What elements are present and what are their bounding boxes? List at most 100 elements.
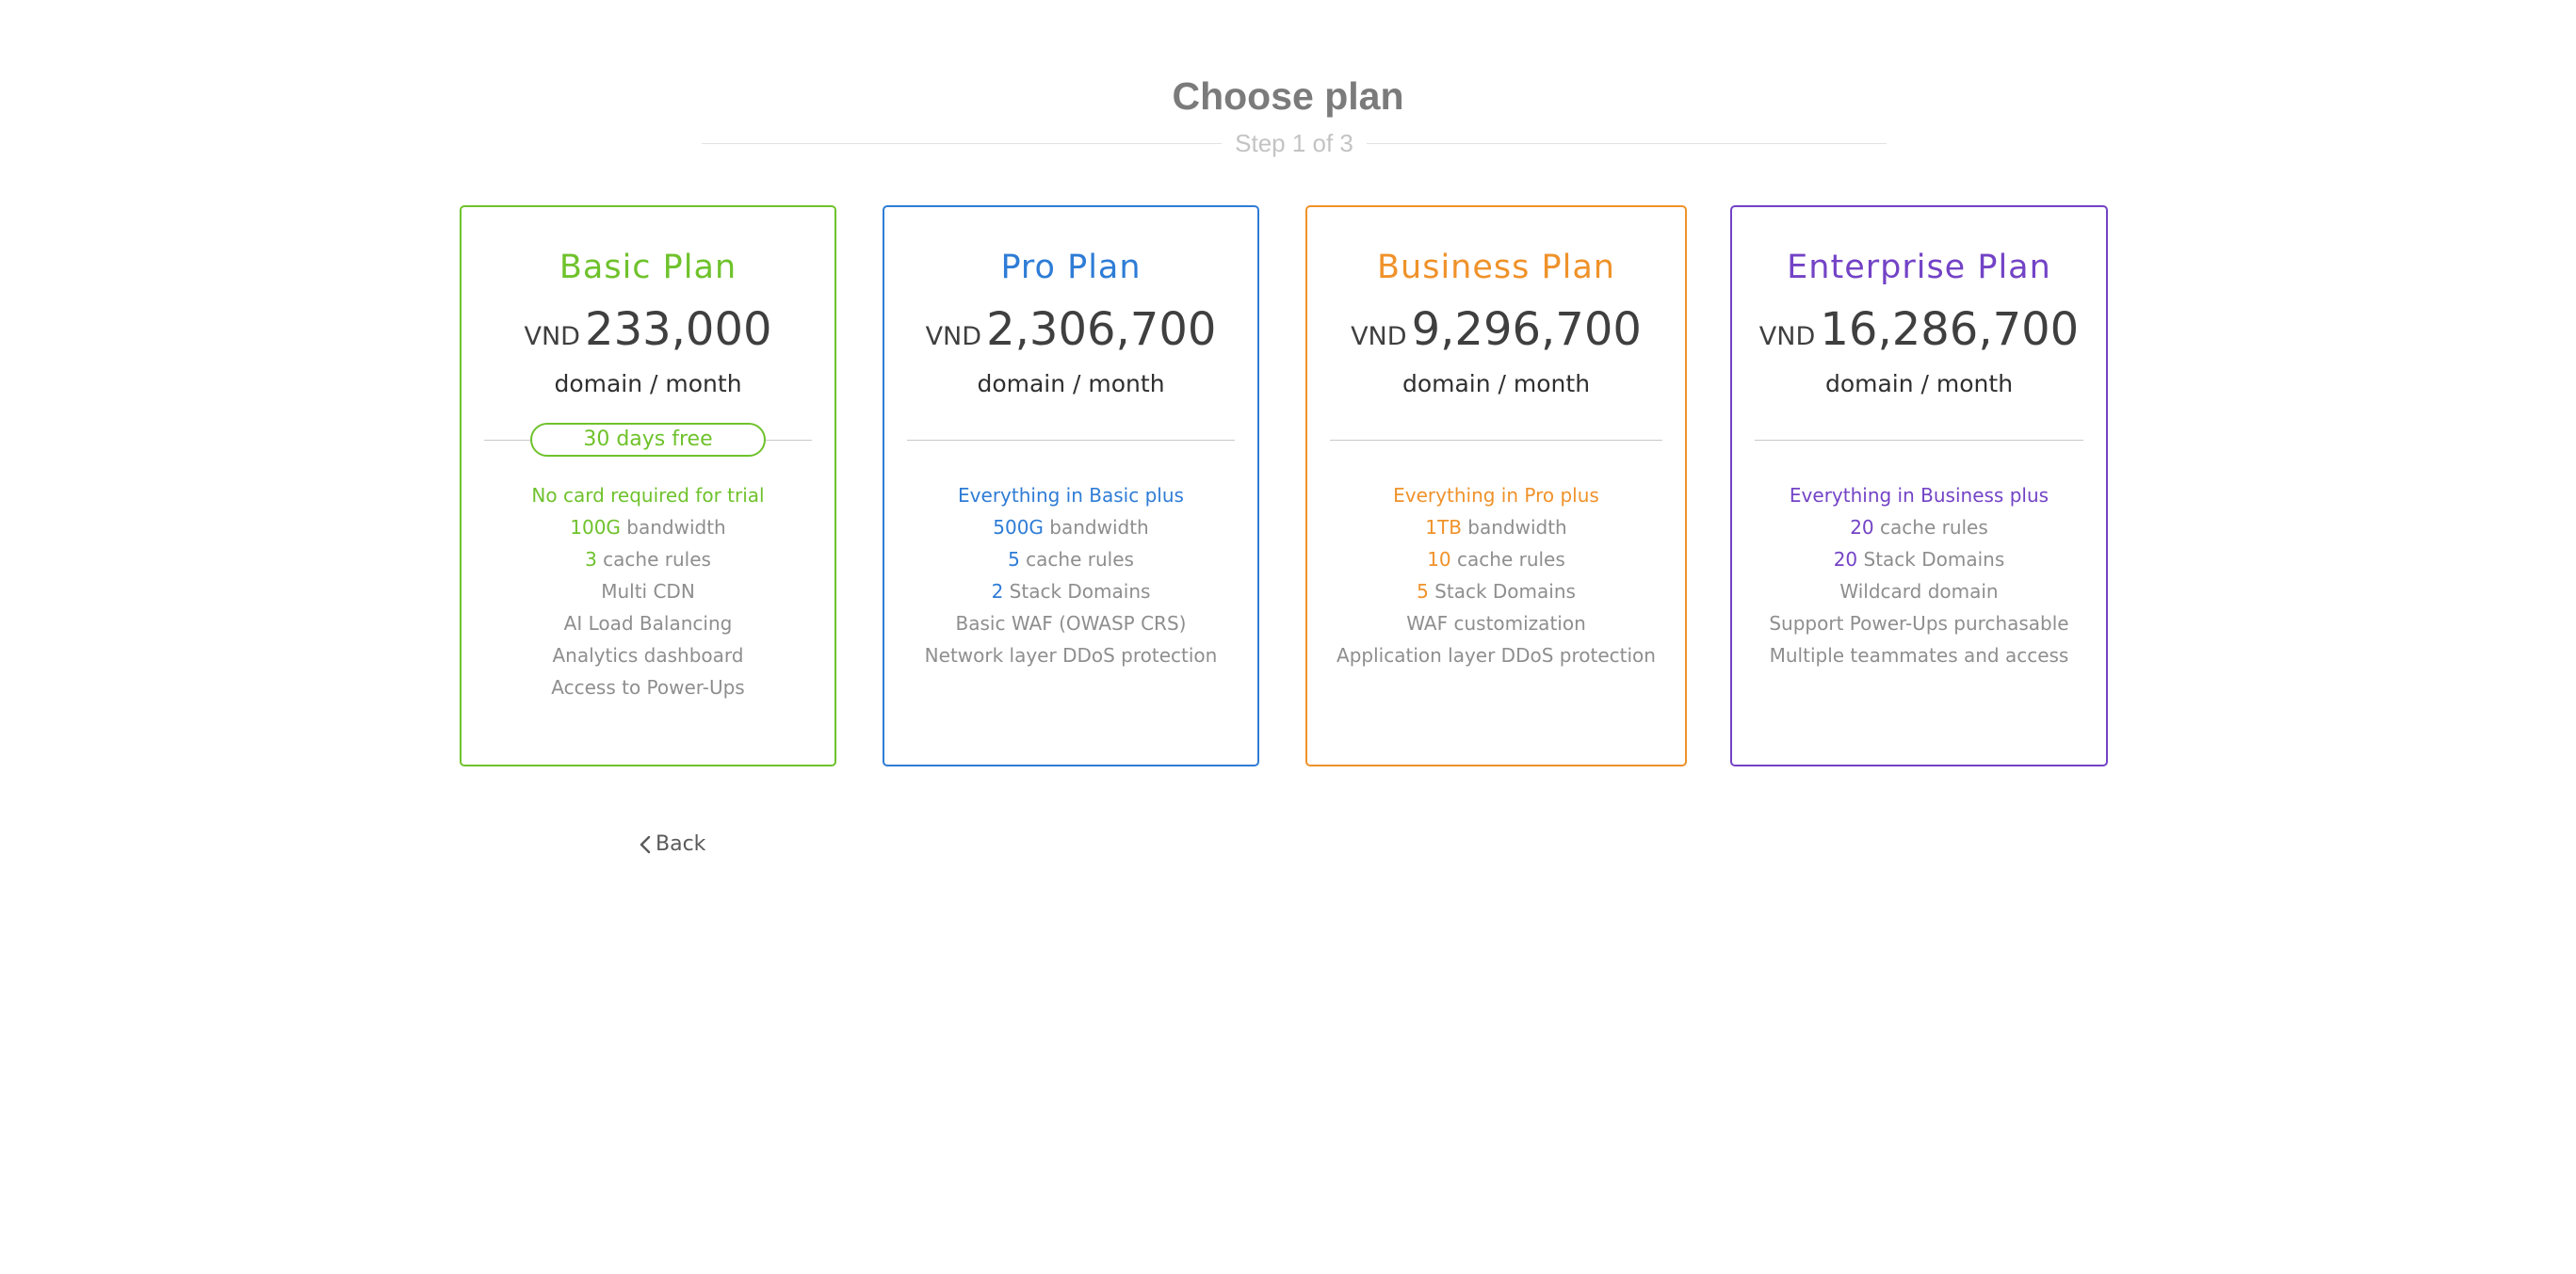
feature-list: Everything in Business plus 20 cache rule…	[1732, 479, 2106, 671]
feature-item: Access to Power-Ups	[462, 671, 834, 703]
price-amount: 16,286,700	[1820, 303, 2080, 356]
feature-item: 5 Stack Domains	[1307, 575, 1685, 607]
feature-item: 5 cache rules	[884, 543, 1257, 575]
plan-price: VND 233,000	[462, 301, 834, 368]
feature-text: cache rules	[1450, 548, 1565, 571]
feature-highlight: 20	[1850, 516, 1874, 539]
feature-text: Multiple teammates and access	[1769, 644, 2069, 667]
plan-period: domain / month	[1824, 370, 2014, 397]
plan-period: domain / month	[977, 370, 1165, 397]
plan-period: domain / month	[1401, 370, 1591, 397]
plan-name: Business Plan	[1377, 249, 1615, 286]
feature-text: Network layer DDoS protection	[924, 644, 1218, 667]
feature-item: 20 cache rules	[1732, 511, 2106, 543]
feature-item: 2 Stack Domains	[884, 575, 1257, 607]
plan-divider: 30 days free	[484, 423, 812, 457]
feature-item: 10 cache rules	[1307, 543, 1685, 575]
plan-card-enterprise[interactable]: Enterprise Plan VND 16,286,700 domain / mo…	[1730, 205, 2108, 766]
feature-item: Analytics dashboard	[462, 639, 834, 671]
feature-list: Everything in Pro plus 1TB bandwidth 10 ca…	[1307, 479, 1685, 671]
chevron-left-icon	[640, 835, 651, 854]
feature-text: bandwidth	[1461, 516, 1567, 539]
feature-item: WAF customization	[1307, 607, 1685, 639]
plan-price: VND 2,306,700	[884, 301, 1257, 368]
feature-text: Analytics dashboard	[552, 644, 744, 667]
feature-text: AI Load Balancing	[563, 612, 733, 635]
feature-item: Network layer DDoS protection	[884, 639, 1257, 671]
feature-text: Support Power-Ups purchasable	[1769, 612, 2069, 635]
plan-period: domain / month	[554, 370, 742, 397]
step-indicator: Step 1 of 3	[702, 126, 1887, 160]
plan-divider	[907, 423, 1235, 457]
back-button[interactable]: Back	[639, 829, 705, 861]
feature-item: 3 cache rules	[462, 543, 834, 575]
divider-line	[907, 440, 1235, 441]
feature-list: No card required for trial 100G bandwidth…	[462, 479, 834, 703]
plan-divider	[1330, 423, 1662, 457]
plan-card-pro[interactable]: Pro Plan VND 2,306,700 domain / month Every…	[883, 205, 1259, 766]
plan-name: Basic Plan	[559, 249, 737, 286]
feature-intro: Everything in Pro plus	[1393, 484, 1599, 507]
step-divider-right	[1366, 142, 1887, 144]
price-currency: VND	[1351, 322, 1407, 351]
feature-text: cache rules	[596, 548, 711, 571]
feature-intro: No card required for trial	[531, 484, 765, 507]
feature-text: cache rules	[1873, 516, 1988, 539]
price-amount: 9,296,700	[1411, 303, 1642, 356]
feature-item: Basic WAF (OWASP CRS)	[884, 607, 1257, 639]
feature-intro: Everything in Business plus	[1789, 484, 2049, 507]
feature-text: bandwidth	[620, 516, 726, 539]
feature-highlight: 3	[585, 548, 597, 571]
feature-item: 500G bandwidth	[884, 511, 1257, 543]
feature-list: Everything in Basic plus 500G bandwidth 5 …	[884, 479, 1257, 671]
feature-item: Wildcard domain	[1732, 575, 2106, 607]
feature-item: 20 Stack Domains	[1732, 543, 2106, 575]
feature-highlight: 5	[1417, 580, 1429, 603]
feature-highlight: 500G	[993, 516, 1044, 539]
feature-item: Multi CDN	[462, 575, 834, 607]
trial-badge: 30 days free	[530, 423, 766, 457]
plan-name: Pro Plan	[1000, 249, 1142, 286]
feature-highlight: 100G	[570, 516, 621, 539]
feature-highlight: 1TB	[1425, 516, 1462, 539]
plan-cards: Basic Plan VND 233,000 domain / month 30 da…	[0, 205, 2576, 770]
page-header: Choose plan	[0, 70, 2576, 122]
plan-name: Enterprise Plan	[1787, 249, 2051, 286]
feature-highlight: 20	[1833, 548, 1858, 571]
divider-line	[1330, 440, 1662, 441]
plan-card-basic[interactable]: Basic Plan VND 233,000 domain / month 30 da…	[460, 205, 836, 766]
feature-text: Stack Domains	[1428, 580, 1576, 603]
divider-line	[1755, 440, 2083, 441]
feature-highlight: 2	[991, 580, 1004, 603]
feature-text: Wildcard domain	[1839, 580, 1999, 603]
feature-item: AI Load Balancing	[462, 607, 834, 639]
back-label: Back	[656, 832, 706, 856]
feature-text: Multi CDN	[601, 580, 695, 603]
feature-text: cache rules	[1019, 548, 1134, 571]
feature-intro: Everything in Basic plus	[958, 484, 1184, 507]
feature-item: 100G bandwidth	[462, 511, 834, 543]
feature-text: Stack Domains	[1857, 548, 2005, 571]
step-divider-left	[702, 142, 1223, 144]
plan-price: VND 16,286,700	[1732, 301, 2106, 368]
feature-highlight: 10	[1427, 548, 1451, 571]
feature-item: 1TB bandwidth	[1307, 511, 1685, 543]
feature-highlight: 5	[1008, 548, 1020, 571]
page-title: Choose plan	[1172, 74, 1404, 118]
plan-card-business[interactable]: Business Plan VND 9,296,700 domain / month…	[1305, 205, 1687, 766]
price-amount: 233,000	[585, 303, 772, 356]
feature-text: Stack Domains	[1003, 580, 1151, 603]
feature-text: Application layer DDoS protection	[1337, 644, 1656, 667]
feature-item: Multiple teammates and access	[1732, 639, 2106, 671]
feature-item: Application layer DDoS protection	[1307, 639, 1685, 671]
feature-text: Basic WAF (OWASP CRS)	[955, 612, 1187, 635]
price-currency: VND	[1758, 322, 1816, 351]
feature-item: Support Power-Ups purchasable	[1732, 607, 2106, 639]
price-amount: 2,306,700	[986, 303, 1217, 356]
step-label: Step 1 of 3	[1235, 129, 1353, 157]
feature-text: WAF customization	[1406, 612, 1586, 635]
price-currency: VND	[925, 322, 982, 351]
plan-divider	[1755, 423, 2083, 457]
feature-text: Access to Power-Ups	[551, 676, 745, 699]
plan-price: VND 9,296,700	[1307, 301, 1685, 368]
